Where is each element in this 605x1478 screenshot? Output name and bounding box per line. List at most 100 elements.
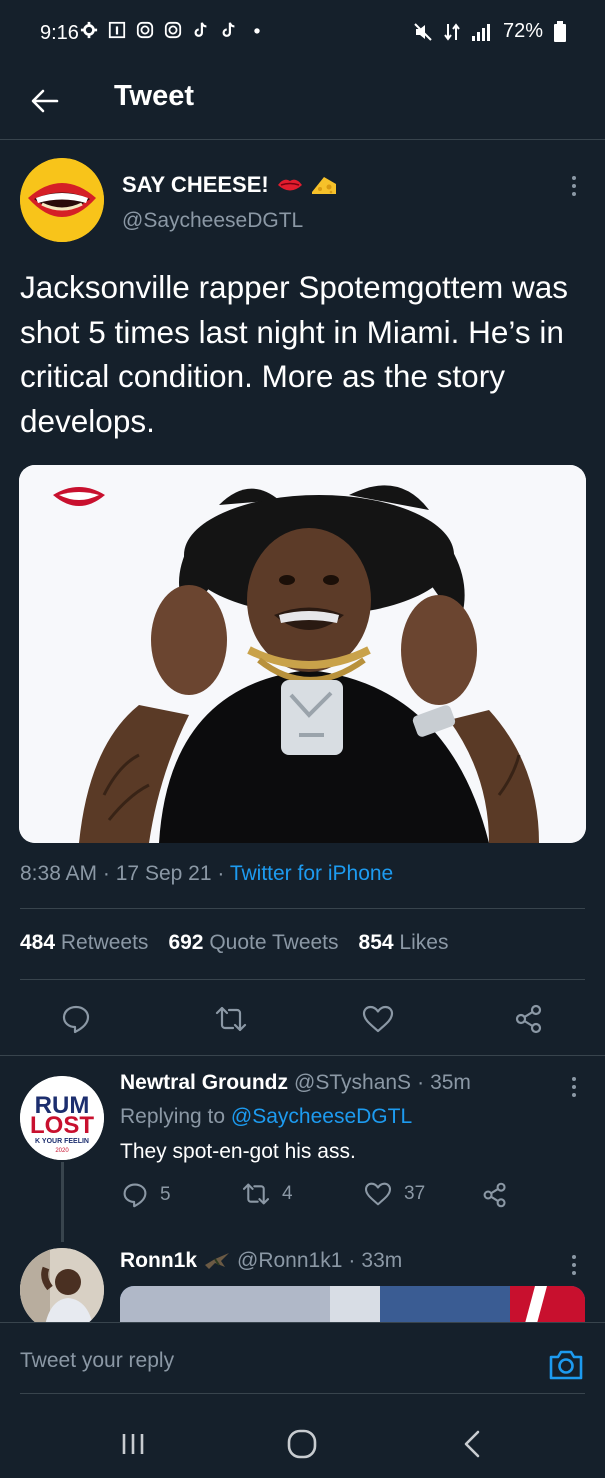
thread-connector (61, 1162, 64, 1242)
replying-to-link[interactable]: @SaycheeseDGTL (231, 1105, 412, 1128)
author-avatar[interactable] (20, 158, 104, 242)
mute-icon (414, 22, 432, 41)
avatar-text-bottom: K YOUR FEELIN (35, 1138, 89, 1145)
lips-icon (277, 179, 302, 191)
likes-count: 854 (358, 931, 394, 954)
page-title: Tweet (114, 80, 195, 112)
like-button[interactable] (355, 996, 401, 1042)
retweet-icon (215, 1006, 247, 1032)
reply-icon (123, 1183, 147, 1208)
separator: · (348, 1249, 356, 1272)
avatar-text-year: 2020 (55, 1148, 69, 1154)
status-time: 9:16 (40, 22, 79, 44)
more-vertical-icon (562, 1251, 586, 1275)
more-vertical-icon (560, 172, 588, 196)
back-button[interactable] (22, 78, 68, 124)
battery-percent: 72% (502, 20, 543, 42)
reply-author-name[interactable]: Newtral Groundz (120, 1071, 288, 1095)
tiktok-icon (194, 22, 207, 37)
reply-author-name[interactable]: Ronn1k (120, 1249, 197, 1273)
tiktok-icon (222, 22, 235, 37)
quotes-label: Quote Tweets (209, 931, 339, 954)
retweets-label: Retweets (60, 931, 149, 954)
tweet-source-link[interactable]: Twitter for iPhone (230, 862, 393, 885)
status-bar: 9:16 72% (0, 0, 605, 66)
system-back-button[interactable] (442, 1419, 502, 1469)
heart-icon (364, 1182, 392, 1206)
android-nav-bar (0, 1411, 605, 1478)
reply-avatar[interactable]: RUM LOST K YOUR FEELIN 2020 (20, 1076, 104, 1160)
compose-divider (20, 1393, 585, 1394)
replying-prefix: Replying to (120, 1105, 231, 1128)
reply-avatar[interactable] (20, 1248, 104, 1332)
share-icon (483, 1182, 506, 1208)
top-header: Tweet (0, 66, 605, 140)
share-button[interactable] (506, 996, 552, 1042)
retweets-count: 484 (20, 931, 56, 954)
replying-to: Replying to @SaycheeseDGTL (120, 1105, 412, 1129)
reply-like-button[interactable]: 37 (364, 1182, 425, 1206)
reply-time: 35m (430, 1071, 471, 1094)
camera-button[interactable] (548, 1348, 584, 1382)
retweet-icon (242, 1183, 270, 1205)
reply-avatar-image: RUM LOST K YOUR FEELIN 2020 (20, 1076, 104, 1160)
separator: · (102, 862, 110, 885)
reply-image[interactable] (120, 1286, 585, 1326)
reply-time: 33m (361, 1249, 403, 1272)
chevron-left-icon (464, 1430, 480, 1458)
divider (20, 908, 585, 909)
recents-button[interactable] (103, 1419, 163, 1469)
reply-icon (62, 1005, 90, 1034)
tweet-time: 8:38 AM (20, 862, 98, 885)
cheese-icon (311, 177, 336, 194)
tweet-date: 17 Sep 21 (115, 862, 212, 885)
avatar-text-mid: LOST (30, 1112, 94, 1139)
tweet-more-button[interactable] (560, 172, 588, 202)
share-icon (515, 1004, 542, 1034)
author-name[interactable]: SAY CHEESE! (122, 172, 337, 198)
retweet-button[interactable] (208, 996, 254, 1042)
reply-composer: Tweet your reply (0, 1322, 605, 1478)
like-count: 37 (404, 1183, 426, 1204)
divider (20, 979, 585, 980)
author-name-text: SAY CHEESE! (122, 172, 269, 197)
instagram-icon (164, 21, 182, 39)
reply-more-button[interactable] (562, 1073, 586, 1099)
tweet-image[interactable] (19, 465, 586, 843)
notification-icons (80, 21, 266, 39)
rapper-photo (19, 465, 586, 843)
app-icon (108, 21, 126, 39)
arrow-left-icon (31, 89, 59, 113)
home-button[interactable] (272, 1419, 332, 1469)
retweets-stat[interactable]: 484 Retweets (20, 931, 148, 955)
author-handle[interactable]: @SaycheeseDGTL (122, 209, 303, 233)
data-icon (444, 22, 460, 41)
reply-button[interactable] (53, 996, 99, 1042)
signal-icon (471, 23, 490, 41)
bird-icon (205, 1253, 230, 1269)
likes-stat[interactable]: 854 Likes (359, 931, 449, 955)
reply-share-button[interactable] (482, 1182, 508, 1208)
reply-actions: 5 4 37 (120, 1182, 590, 1214)
battery-icon (554, 20, 566, 42)
tweet-meta: 8:38 AM · 17 Sep 21 · Twitter for iPhone (20, 862, 393, 886)
tweet-stats: 484 Retweets 692 Quote Tweets 854 Likes (20, 931, 448, 955)
system-status: 72% (413, 20, 567, 43)
reply-avatar-image (20, 1248, 104, 1332)
home-icon (287, 1429, 317, 1459)
reply-input[interactable]: Tweet your reply (20, 1349, 540, 1385)
recents-icon (122, 1434, 144, 1454)
reply-header: Ronn1k @Ronn1k1 · 33m (120, 1249, 402, 1273)
quote-tweets-stat[interactable]: 692 Quote Tweets (168, 931, 338, 955)
reply-reply-button[interactable]: 5 (122, 1182, 171, 1208)
reply-author-handle[interactable]: @Ronn1k1 (237, 1249, 342, 1273)
reply-count: 5 (160, 1184, 171, 1205)
tweet-text: Jacksonville rapper Spotemgottem was sho… (20, 269, 569, 439)
quotes-count: 692 (168, 931, 204, 954)
separator: · (217, 862, 225, 885)
reply-image-preview (120, 1286, 585, 1326)
reply-author-handle[interactable]: @STyshanS (294, 1071, 411, 1095)
dot-icon (254, 28, 260, 34)
reply-more-button[interactable] (562, 1251, 586, 1277)
reply-retweet-button[interactable]: 4 (242, 1182, 293, 1206)
